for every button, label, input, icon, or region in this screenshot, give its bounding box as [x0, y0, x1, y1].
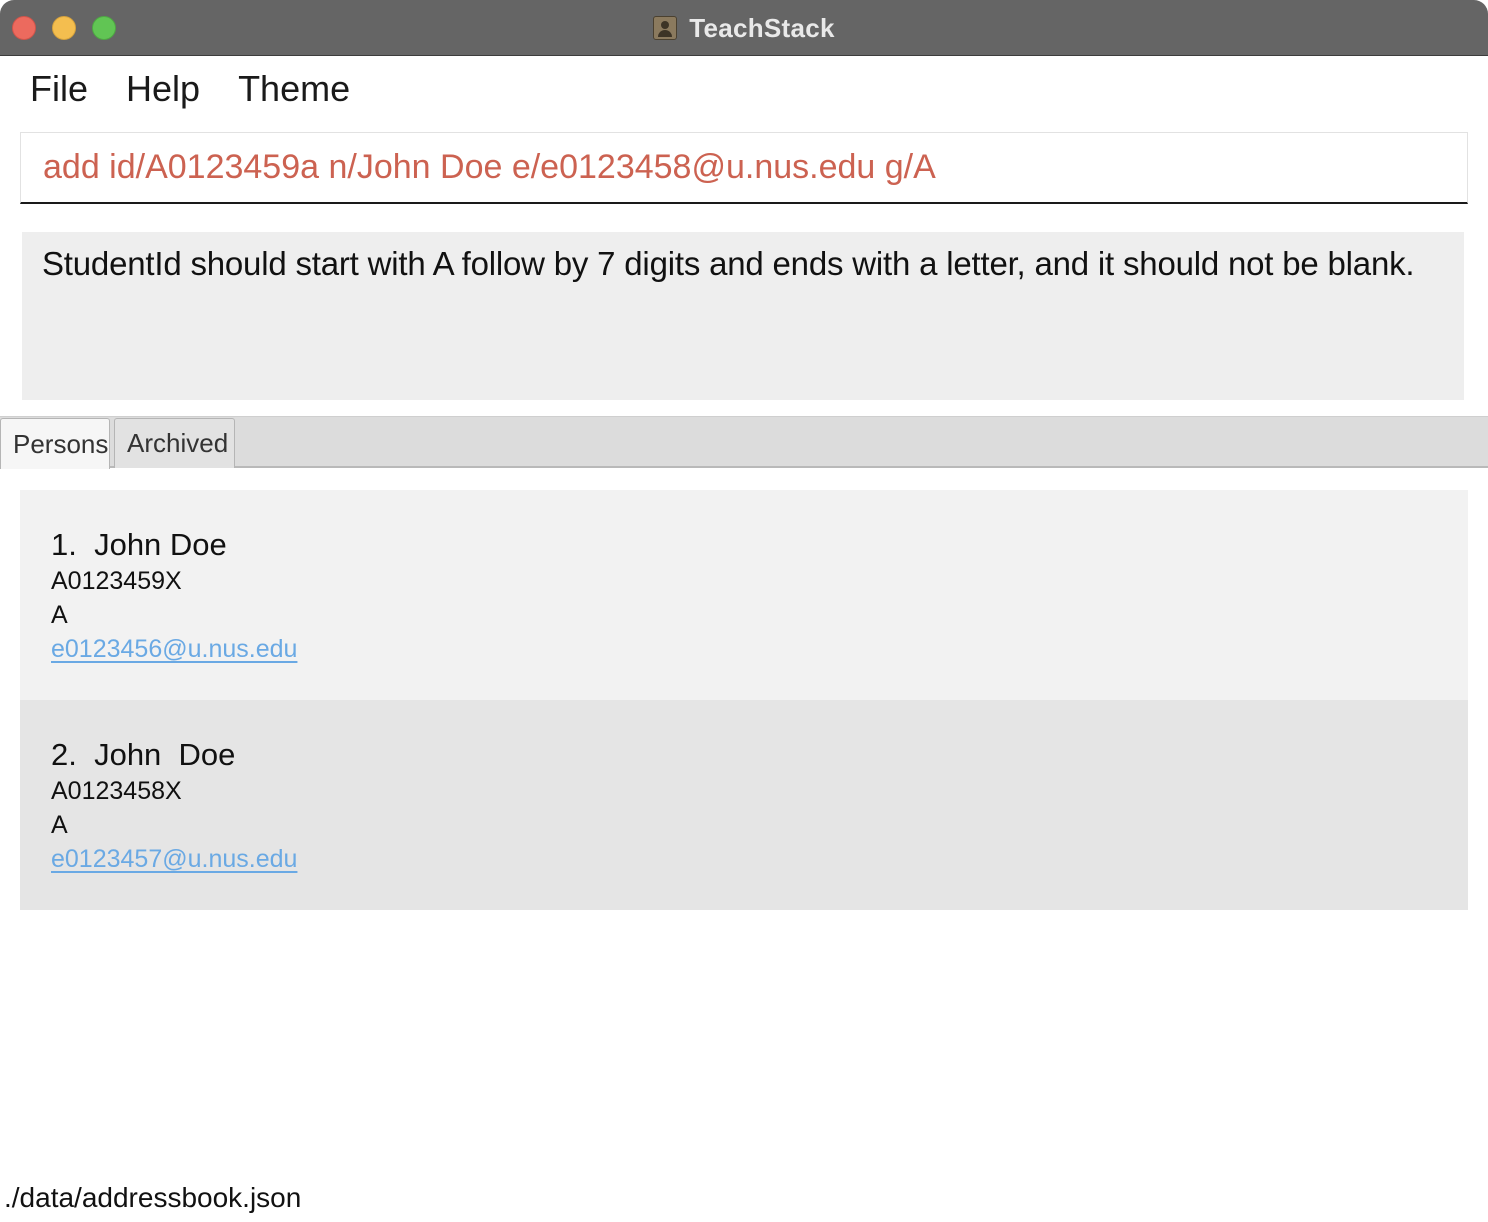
person-name: 2. John Doe: [51, 737, 236, 772]
person-list[interactable]: 1. John Doe A0123459X A e0123456@u.nus.e…: [20, 490, 1468, 910]
person-name: 1. John Doe: [51, 527, 227, 562]
tab-archived[interactable]: Archived: [114, 418, 235, 468]
app-window: TeachStack File Help Theme StudentId sho…: [0, 0, 1488, 1222]
status-bar-path: ./data/addressbook.json: [4, 1182, 302, 1213]
person-grade: A: [51, 811, 68, 839]
menu-theme[interactable]: Theme: [238, 68, 350, 110]
contact-book-icon: [653, 16, 678, 40]
tab-persons[interactable]: Persons: [0, 418, 110, 469]
person-card[interactable]: 2. John Doe A0123458X A e0123457@u.nus.e…: [20, 700, 1468, 910]
result-display: StudentId should start with A follow by …: [22, 232, 1464, 400]
result-message: StudentId should start with A follow by …: [42, 245, 1415, 282]
title-bar[interactable]: TeachStack: [0, 0, 1488, 56]
menu-help[interactable]: Help: [126, 68, 200, 110]
person-email-link[interactable]: e0123457@u.nus.edu: [51, 842, 297, 876]
person-student-id: A0123459X: [51, 567, 182, 595]
tab-persons-label: Persons: [13, 428, 109, 459]
person-card[interactable]: 1. John Doe A0123459X A e0123456@u.nus.e…: [20, 490, 1468, 700]
person-grade: A: [51, 601, 68, 629]
person-email-link[interactable]: e0123456@u.nus.edu: [51, 632, 297, 666]
window-title: TeachStack: [689, 12, 835, 43]
person-student-id: A0123458X: [51, 777, 182, 805]
tab-bar: Persons Archived: [0, 416, 1488, 469]
tab-archived-label: Archived: [127, 428, 229, 458]
menu-file[interactable]: File: [30, 68, 88, 110]
command-box: [20, 132, 1468, 204]
menu-bar: File Help Theme: [0, 57, 1488, 121]
title-wrap: TeachStack: [0, 0, 1488, 56]
command-input[interactable]: [21, 133, 1467, 202]
